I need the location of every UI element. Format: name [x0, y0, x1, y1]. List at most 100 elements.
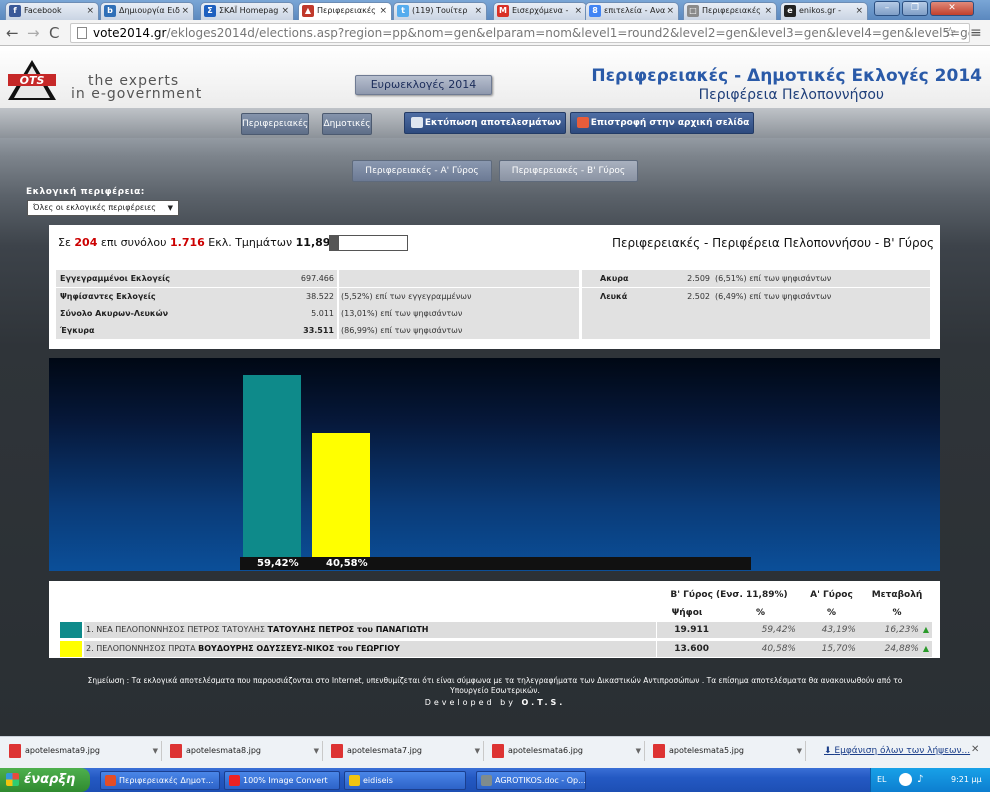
download-menu-arrow-icon[interactable]: ▼ — [797, 741, 802, 761]
result-row-1[interactable]: 1. ΝΕΑ ΠΕΛΟΠΟΝΝΗΣΟΣ ΠΕΤΡΟΣ ΤΑΤΟΥΛΗΣ ΤΑΤΟ… — [86, 622, 429, 638]
tab-label: Δημιουργία Ειδ — [119, 6, 180, 15]
nav-municipal-button[interactable]: Δημοτικές — [322, 113, 372, 135]
tab-close-icon[interactable]: × — [474, 3, 482, 19]
taskbar-item-4[interactable]: AGROTIKOS.doc - Op... — [476, 771, 586, 790]
summary-right-extra: (6,51%) επί των ψηφισάντων — [715, 274, 832, 283]
votes-value: 19.911 — [674, 625, 709, 635]
menu-icon[interactable]: ≡ — [970, 24, 982, 42]
tab-close-icon[interactable]: × — [86, 3, 94, 19]
browser-tab-8[interactable]: □ Περιφερειακές × — [683, 2, 777, 20]
tab-label: Περιφερειακές — [317, 6, 376, 15]
tab-close-icon[interactable]: × — [574, 3, 582, 19]
browser-tab-2[interactable]: b Δημιουργία Ειδ × — [100, 2, 194, 20]
image-file-icon — [9, 744, 21, 758]
back-icon[interactable]: ← — [6, 24, 19, 42]
enikos-icon: e — [784, 5, 796, 17]
download-menu-arrow-icon[interactable]: ▼ — [153, 741, 158, 761]
taskbar-item-label: 100% Image Convert — [243, 776, 328, 785]
disclaimer-line-2: Υπουργείο Εσωτερικών. — [450, 686, 540, 695]
dropdown-arrow-icon: ▼ — [167, 204, 173, 212]
progress-prefix: Σε — [58, 236, 71, 249]
volume-icon[interactable]: ♪ — [917, 768, 923, 792]
results-chart — [49, 358, 940, 571]
tab-label: (119) Τουίτερ — [412, 6, 468, 15]
image-file-icon — [653, 744, 665, 758]
counting-progress-fill — [330, 236, 340, 250]
tab-close-icon[interactable]: × — [666, 3, 674, 19]
url-host: vote2014.gr — [93, 26, 167, 40]
summary-label: Εγγεγραμμένοι Εκλογείς — [60, 274, 171, 283]
summary-right-value: 2.502 — [687, 292, 710, 301]
taskbar-item-1[interactable]: Περιφερειακές Δημοτ... — [100, 771, 220, 790]
tab-label: ΣΚΑΪ Homepag — [219, 6, 279, 15]
chart-bar-label-2: 40,58% — [326, 558, 368, 569]
chart-bar-label-1: 59,42% — [257, 558, 299, 569]
download-item-5[interactable]: apotelesmata5.jpg ▼ — [649, 741, 806, 761]
download-menu-arrow-icon[interactable]: ▼ — [475, 741, 480, 761]
header-pct-b: % — [755, 608, 766, 618]
address-bar[interactable]: vote2014.gr/ekloges2014d/elections.asp?r… — [70, 23, 970, 43]
reload-icon[interactable]: C — [49, 24, 59, 42]
tab-close-icon[interactable]: × — [379, 3, 387, 19]
round-b-button[interactable]: Περιφερειακές - Β' Γύρος — [499, 160, 638, 182]
nav-regional-button[interactable]: Περιφερειακές — [241, 113, 309, 135]
round-a-button[interactable]: Περιφερειακές - Α' Γύρος — [352, 160, 492, 182]
blog-icon: b — [104, 5, 116, 17]
show-all-downloads-link[interactable]: ⬇ Εμφάνιση όλων των λήψεων... — [824, 741, 970, 761]
tab-close-icon[interactable]: × — [855, 3, 863, 19]
browser-tab-6[interactable]: M Εισερχόμενα - × — [493, 2, 587, 20]
browser-tab-4[interactable]: ▲ Περιφερειακές × — [298, 2, 392, 21]
print-results-button[interactable]: Εκτύπωση αποτελεσμάτων — [404, 112, 566, 134]
taskbar-app-icon — [229, 775, 240, 786]
language-indicator[interactable]: EL — [877, 768, 887, 792]
header-change: Μεταβολή — [871, 590, 923, 600]
system-tray: EL ♪ 9:21 μμ — [870, 768, 990, 792]
euroelections-button[interactable]: Ευρωεκλογές 2014 — [355, 75, 492, 95]
summary-value: 33.511 — [303, 326, 334, 335]
candidate-name: ΤΑΤΟΥΛΗΣ ΠΕΤΡΟΣ του ΠΑΝΑΓΙΩΤΗ — [267, 625, 429, 634]
tray-app-icon[interactable] — [899, 773, 912, 786]
summary-right-extra: (6,49%) επί των ψηφισάντων — [715, 292, 832, 301]
tab-close-icon[interactable]: × — [181, 3, 189, 19]
download-menu-arrow-icon[interactable]: ▼ — [314, 741, 319, 761]
bookmark-star-icon[interactable]: ☆ — [944, 24, 957, 42]
close-window-button[interactable]: ✕ — [930, 1, 974, 16]
close-downloads-icon[interactable]: ✕ — [971, 744, 979, 755]
download-item-4[interactable]: apotelesmata6.jpg ▼ — [488, 741, 645, 761]
start-button[interactable]: έναρξη — [0, 768, 90, 792]
taskbar-app-icon — [481, 775, 492, 786]
browser-tab-3[interactable]: Σ ΣΚΑΪ Homepag × — [200, 2, 294, 20]
progress-suffix: Εκλ. Τμημάτων — [208, 236, 293, 249]
taskbar-item-label: AGROTIKOS.doc - Op... — [495, 776, 586, 785]
result-row-2[interactable]: 2. ΠΕΛΟΠΟΝΝΗΣΟΣ ΠΡΩΤΑ ΒΟΥΔΟΥΡΗΣ ΟΔΥΣΣΕΥΣ… — [86, 641, 400, 657]
browser-tab-7[interactable]: 8 επιτελεία - Ανα × — [585, 2, 679, 20]
tab-close-icon[interactable]: × — [764, 3, 772, 19]
download-item-1[interactable]: apotelesmata9.jpg ▼ — [5, 741, 162, 761]
minimize-button[interactable]: – — [874, 1, 900, 16]
return-home-button[interactable]: Επιστροφή στην αρχική σελίδα — [570, 112, 754, 134]
summary-right-bg — [582, 305, 930, 322]
electoral-district-select[interactable]: Όλες οι εκλογικές περιφέρειες ▼ — [27, 200, 179, 216]
pct-b-value: 40,58% — [761, 644, 796, 654]
maximize-button[interactable]: ❐ — [902, 1, 928, 16]
tab-close-icon[interactable]: × — [281, 3, 289, 19]
download-item-2[interactable]: apotelesmata8.jpg ▼ — [166, 741, 323, 761]
download-menu-arrow-icon[interactable]: ▼ — [636, 741, 641, 761]
browser-tab-1[interactable]: f Facebook × — [5, 2, 99, 20]
download-item-3[interactable]: apotelesmata7.jpg ▼ — [327, 741, 484, 761]
browser-tab-5[interactable]: t (119) Τουίτερ × — [393, 2, 487, 20]
taskbar-item-3[interactable]: eidiseis — [344, 771, 466, 790]
chart-label-strip — [240, 557, 751, 570]
disclaimer-line-1: Σημείωση : Τα εκλογικά αποτελέσματα που … — [87, 676, 903, 685]
summary-right-value: 2.509 — [687, 274, 710, 283]
party-name: ΠΕΛΟΠΟΝΝΗΣΟΣ ΠΡΩΤΑ — [96, 644, 196, 653]
forward-icon[interactable]: → — [27, 24, 40, 42]
header-pct-change: % — [892, 608, 902, 618]
candidate-name: ΒΟΥΔΟΥΡΗΣ ΟΔΥΣΣΕΥΣ-ΝΙΚΟΣ του ΓΕΩΡΓΙΟΥ — [198, 644, 400, 653]
return-home-label: Επιστροφή στην αρχική σελίδα — [590, 118, 750, 128]
browser-tab-9[interactable]: e enikos.gr - × — [780, 2, 868, 20]
tab-label: Facebook — [24, 6, 62, 15]
windows-logo-icon — [6, 773, 19, 786]
url-path: /ekloges2014d/elections.asp?region=pp&no… — [166, 26, 970, 40]
taskbar-item-2[interactable]: 100% Image Convert — [224, 771, 340, 790]
